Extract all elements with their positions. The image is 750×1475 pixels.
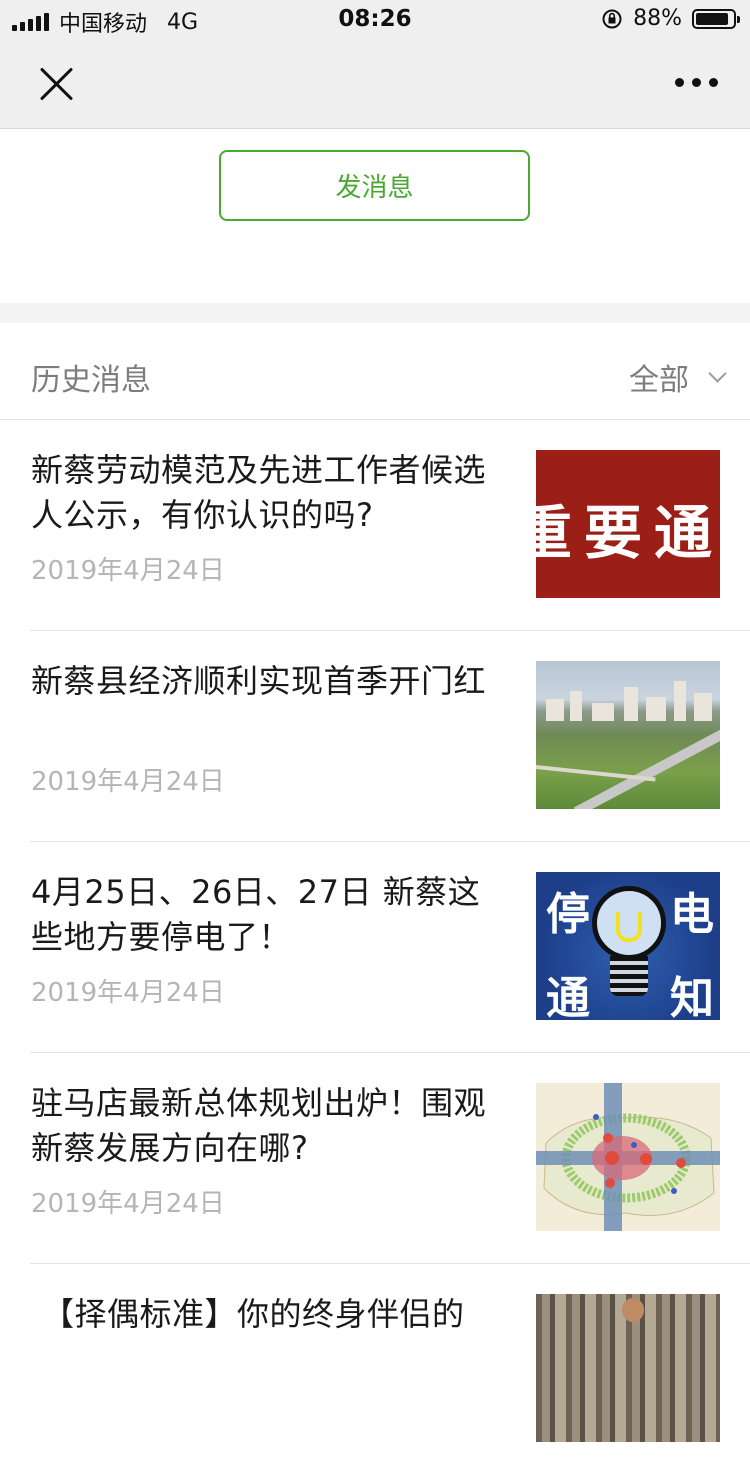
battery-icon (692, 8, 740, 29)
article-thumbnail: 停 电 通 知 (536, 872, 720, 1020)
person-image (622, 1298, 644, 1322)
article-title: 新蔡劳动模范及先进工作者候选人公示，有你认识的吗? (31, 451, 487, 534)
thumbnail-text: 停 (546, 889, 590, 940)
article-date: 2019年4月24日 (31, 1189, 225, 1219)
article-item[interactable]: 驻马店最新总体规划出炉！围观新蔡发展方向在哪? 2019年4月24日 (0, 1053, 750, 1264)
article-item[interactable]: 新蔡县经济顺利实现首季开门红 2019年4月24日 (0, 631, 750, 842)
article-item[interactable]: 新蔡劳动模范及先进工作者候选人公示，有你认识的吗? 2019年4月24日 重要通… (0, 420, 750, 631)
map-thumbnail (536, 1083, 720, 1231)
thumbnail-text: 重要通知 (536, 499, 720, 567)
nav-bar (0, 40, 750, 129)
article-thumbnail: 重要通知 (536, 450, 720, 598)
article-thumbnail (536, 1294, 720, 1442)
article-thumbnail (536, 1083, 720, 1231)
article-thumbnail (536, 661, 720, 809)
article-date: 2019年4月24日 (31, 978, 225, 1008)
thumbnail-text: 知 (670, 973, 714, 1020)
status-right: 88% (601, 6, 740, 31)
history-filter-dropdown[interactable]: 全部 (629, 355, 727, 399)
battery-fill (696, 12, 728, 25)
history-header: 历史消息 全部 (0, 323, 750, 420)
article-date: 2019年4月24日 (31, 556, 225, 586)
history-title: 历史消息 (31, 363, 151, 398)
thumbnail-text: 通 (546, 973, 590, 1020)
article-item[interactable]: 4月25日、26日、27日 新蔡这些地方要停电了！ 2019年4月24日 停 电… (0, 842, 750, 1053)
article-date: 2019年4月24日 (31, 767, 225, 797)
send-message-button[interactable]: 发消息 (219, 150, 530, 221)
section-divider (0, 303, 750, 323)
more-icon[interactable] (675, 78, 718, 87)
filter-label: 全部 (629, 363, 689, 398)
article-title: 驻马店最新总体规划出炉！围观新蔡发展方向在哪? (31, 1084, 487, 1167)
thumbnail-text: 电 (670, 889, 714, 940)
article-title: 【择偶标准】你的终身伴侣的 (42, 1295, 465, 1333)
battery-percent: 88% (633, 6, 682, 31)
chevron-down-icon (708, 363, 727, 383)
article-title: 新蔡县经济顺利实现首季开门红 (31, 662, 487, 700)
send-message-section: 发消息 (0, 129, 750, 303)
close-icon[interactable] (36, 64, 76, 104)
status-bar: 中国移动 4G 08:26 88% (0, 0, 750, 40)
article-title: 4月25日、26日、27日 新蔡这些地方要停电了！ (31, 873, 481, 956)
rotation-lock-icon (602, 9, 622, 28)
article-item[interactable]: 【择偶标准】你的终身伴侣的 (0, 1264, 750, 1475)
